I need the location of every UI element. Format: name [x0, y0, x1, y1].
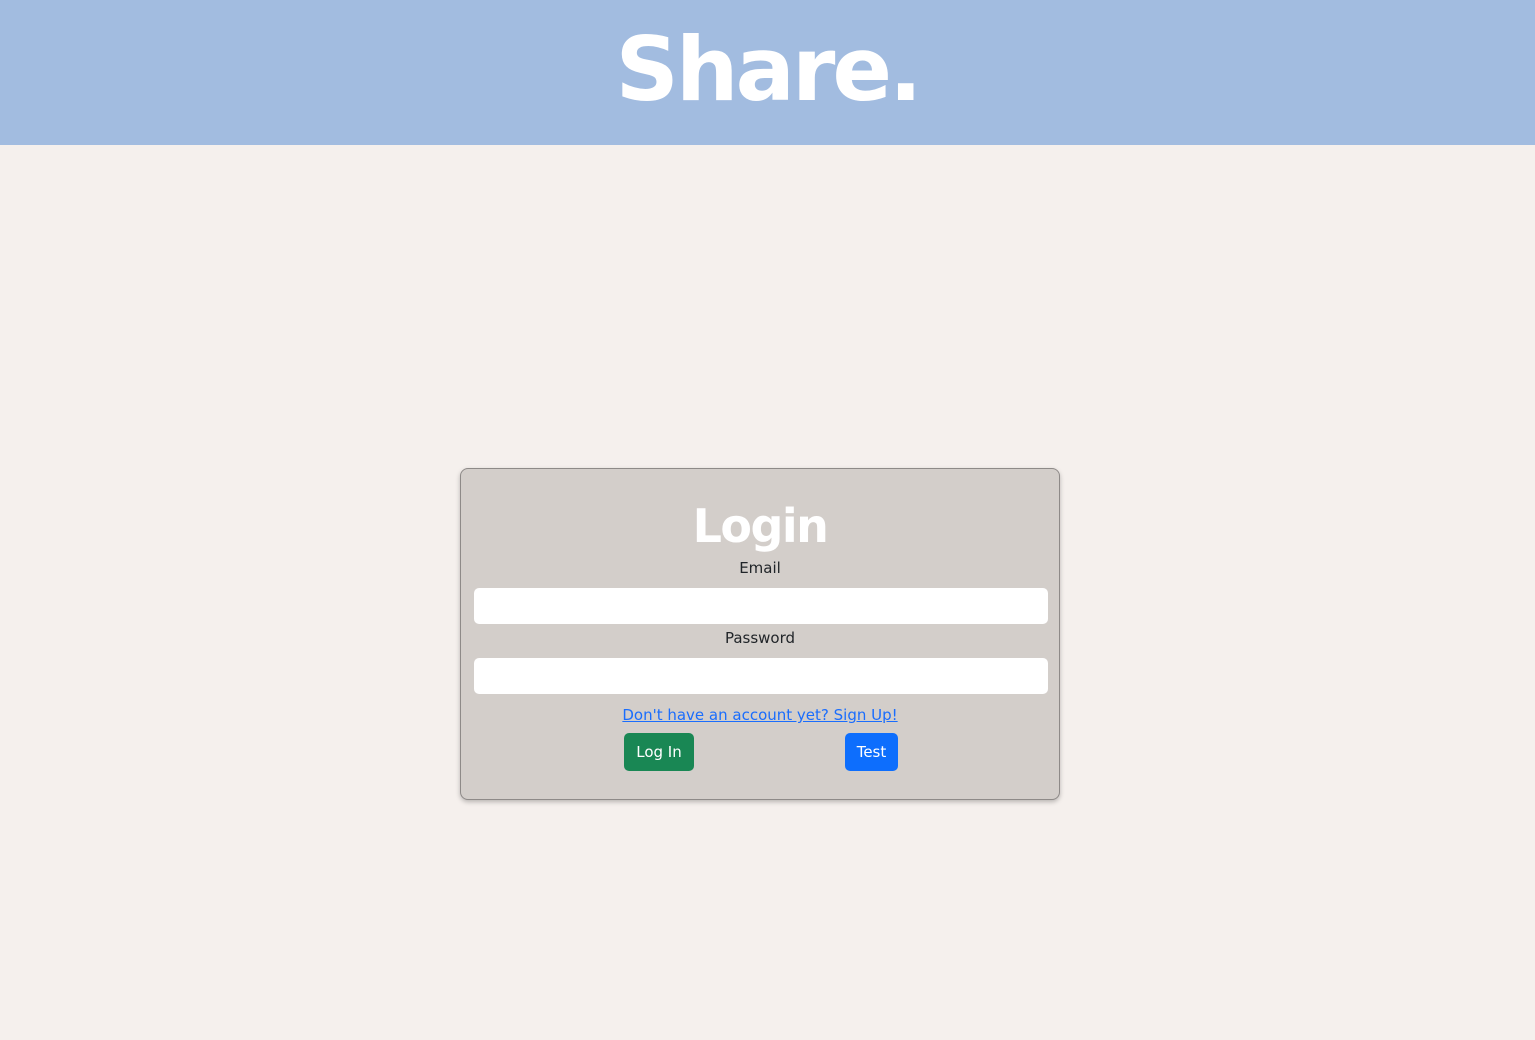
password-label: Password [724, 629, 796, 647]
signup-link[interactable]: Don't have an account yet? Sign Up! [622, 706, 897, 724]
login-card: Login Email Password Don't have an accou… [460, 468, 1060, 800]
brand-logo[interactable]: Share. [0, 20, 1535, 120]
site-header: Share. [0, 0, 1535, 145]
test-button[interactable]: Test [845, 733, 898, 771]
email-label: Email [739, 559, 781, 577]
email-field[interactable] [474, 588, 1048, 624]
password-field[interactable] [474, 658, 1048, 694]
login-button[interactable]: Log In [624, 733, 694, 771]
login-title: Login [692, 499, 829, 553]
signup-link-row: Don't have an account yet? Sign Up! [461, 705, 1059, 725]
